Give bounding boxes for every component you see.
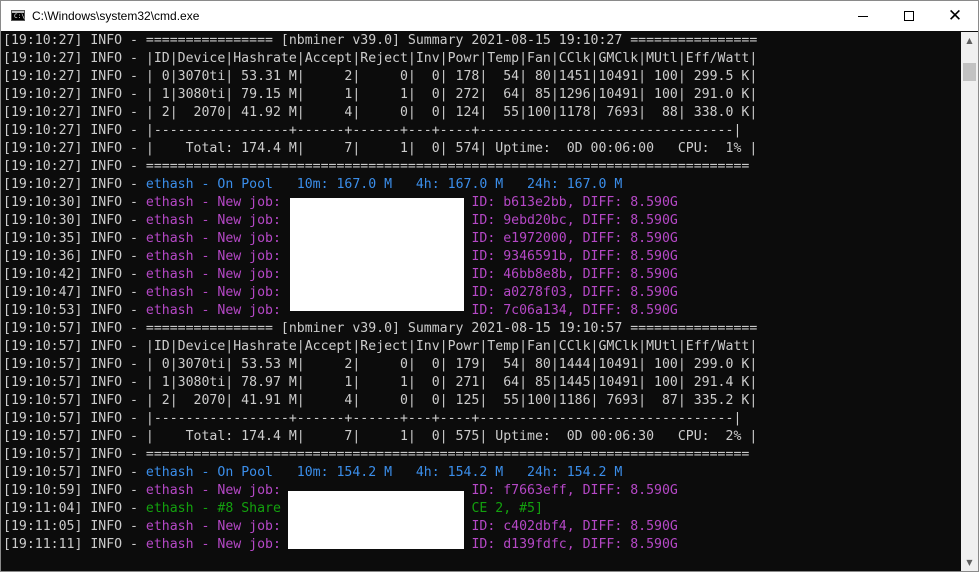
console-line: [19:10:27] INFO - | 1|3080ti| 79.15 M| 1… xyxy=(3,86,757,104)
console-line: [19:10:27] INFO - |-----------------+---… xyxy=(3,122,757,140)
console-line: [19:10:27] INFO - | Total: 174.4 M| 7| 1… xyxy=(3,140,757,158)
console-text-segment: [19:10:30] INFO - xyxy=(3,213,146,228)
console-text-segment: [19:10:53] INFO - xyxy=(3,303,146,318)
console-line: [19:10:27] INFO - |ID|Device|Hashrate|Ac… xyxy=(3,50,757,68)
console-text-segment: [19:10:27] INFO - | 0|3070ti| 53.31 M| 2… xyxy=(3,69,758,84)
console-line: [19:10:27] INFO - | 2| 2070| 41.92 M| 4|… xyxy=(3,104,757,122)
cmd-icon-text: C:\ xyxy=(14,13,25,20)
redaction-box xyxy=(288,491,464,549)
console-text-segment: [19:10:27] INFO - xyxy=(3,177,146,192)
console-text-segment: [19:10:57] INFO - | 2| 2070| 41.91 M| 4|… xyxy=(3,393,758,408)
redaction-box xyxy=(290,198,464,311)
console-text-segment: [19:11:04] INFO - xyxy=(3,501,146,516)
minimize-button[interactable] xyxy=(840,1,886,31)
console-line: [19:10:57] INFO - ======================… xyxy=(3,446,757,464)
console-line: [19:10:27] INFO - ethash - On Pool 10m: … xyxy=(3,176,757,194)
console-text-segment: ethash - On Pool 10m: 154.2 M 4h: 154.2 … xyxy=(145,465,623,480)
console-text-segment: [19:10:57] INFO - |-----------------+---… xyxy=(3,411,742,426)
scroll-down-arrow-icon[interactable]: ▼ xyxy=(961,554,978,571)
console-text-segment: [19:10:30] INFO - xyxy=(3,195,146,210)
title-bar[interactable]: C:\ C:\Windows\system32\cmd.exe ✕ xyxy=(1,1,978,31)
console-text-segment: [19:10:27] INFO - ======================… xyxy=(3,159,750,174)
console-text-segment: [19:10:27] INFO - | 2| 2070| 41.92 M| 4|… xyxy=(3,105,758,120)
console-line: [19:10:57] INFO - | 2| 2070| 41.91 M| 4|… xyxy=(3,392,757,410)
scroll-thumb[interactable] xyxy=(963,63,976,81)
cmd-icon[interactable]: C:\ xyxy=(11,10,25,21)
vertical-scrollbar[interactable]: ▲ ▼ xyxy=(961,32,978,571)
console-line: [19:10:57] INFO - | 1|3080ti| 78.97 M| 1… xyxy=(3,374,757,392)
console-text-segment: [19:10:27] INFO - |ID|Device|Hashrate|Ac… xyxy=(3,51,758,66)
console-text-segment: ethash - On Pool 10m: 167.0 M 4h: 167.0 … xyxy=(145,177,623,192)
console-line: [19:10:27] INFO - | 0|3070ti| 53.31 M| 2… xyxy=(3,68,757,86)
console-text-segment: [19:10:36] INFO - xyxy=(3,249,146,264)
console-text-segment: [19:10:57] INFO - | 0|3070ti| 53.53 M| 2… xyxy=(3,357,758,372)
console-line: [19:10:57] INFO - |-----------------+---… xyxy=(3,410,757,428)
console-line: [19:10:27] INFO - ======================… xyxy=(3,158,757,176)
console-text-segment: [19:10:57] INFO - ======================… xyxy=(3,447,750,462)
console-line: [19:10:57] INFO - | 0|3070ti| 53.53 M| 2… xyxy=(3,356,757,374)
console-text-segment: [19:10:27] INFO - | Total: 174.4 M| 7| 1… xyxy=(3,141,758,156)
console-text-segment: [19:11:11] INFO - xyxy=(3,537,146,552)
console-text-segment: [19:10:27] INFO - ================ [nbmi… xyxy=(3,33,758,48)
console-text-segment: [19:10:42] INFO - xyxy=(3,267,146,282)
console-text-segment: [19:10:57] INFO - ================ [nbmi… xyxy=(3,321,758,336)
close-button[interactable]: ✕ xyxy=(932,1,978,31)
minimize-icon xyxy=(858,16,868,17)
console-text-segment: [19:10:57] INFO - | Total: 174.4 M| 7| 1… xyxy=(3,429,758,444)
console-text-segment: [19:10:27] INFO - | 1|3080ti| 79.15 M| 1… xyxy=(3,87,758,102)
console-text-segment: [19:10:47] INFO - xyxy=(3,285,146,300)
console-text-segment: [19:10:59] INFO - xyxy=(3,483,146,498)
close-icon: ✕ xyxy=(947,6,963,26)
console-text-segment: [19:10:35] INFO - xyxy=(3,231,146,246)
console-text-segment: [19:11:05] INFO - xyxy=(3,519,146,534)
maximize-icon xyxy=(904,11,914,21)
console-output[interactable]: [19:10:27] INFO - ================ [nbmi… xyxy=(1,32,961,571)
console-text-segment: [19:10:27] INFO - |-----------------+---… xyxy=(3,123,742,138)
cmd-window: C:\ C:\Windows\system32\cmd.exe ✕ [19:10… xyxy=(0,0,979,572)
scroll-up-arrow-icon[interactable]: ▲ xyxy=(961,32,978,49)
maximize-button[interactable] xyxy=(886,1,932,31)
console-line: [19:10:57] INFO - ================ [nbmi… xyxy=(3,320,757,338)
console-line: [19:10:57] INFO - |ID|Device|Hashrate|Ac… xyxy=(3,338,757,356)
console-text-segment: [19:10:57] INFO - xyxy=(3,465,146,480)
console-text-segment: [19:10:57] INFO - | 1|3080ti| 78.97 M| 1… xyxy=(3,375,758,390)
console-text-segment: [19:10:57] INFO - |ID|Device|Hashrate|Ac… xyxy=(3,339,758,354)
console-line: [19:10:27] INFO - ================ [nbmi… xyxy=(3,32,757,50)
console-line: [19:10:57] INFO - ethash - On Pool 10m: … xyxy=(3,464,757,482)
console-line: [19:10:57] INFO - | Total: 174.4 M| 7| 1… xyxy=(3,428,757,446)
window-title: C:\Windows\system32\cmd.exe xyxy=(32,9,200,23)
